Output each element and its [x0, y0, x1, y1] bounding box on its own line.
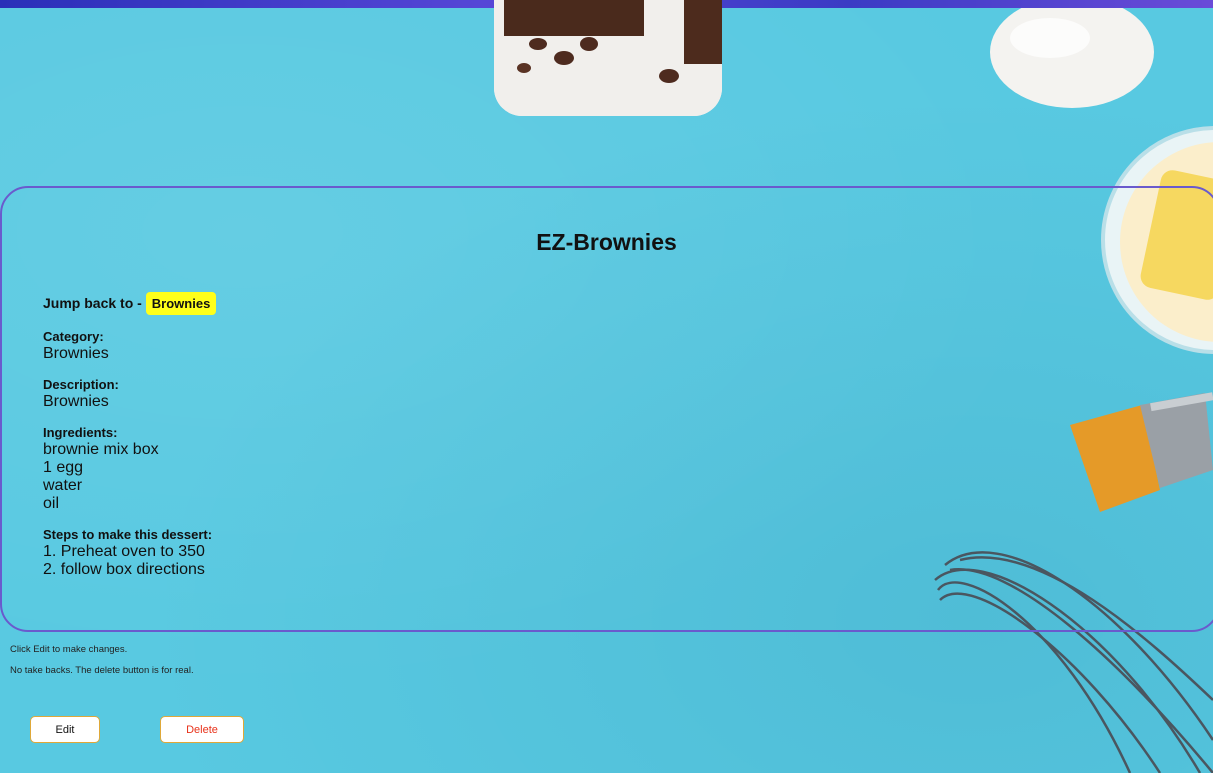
brownie-image [494, 0, 722, 116]
delete-button[interactable]: Delete [160, 716, 244, 743]
description-value: Brownies [43, 393, 109, 410]
jump-back-row: Jump back to - Brownies [43, 290, 643, 316]
edit-button[interactable]: Edit [30, 716, 100, 743]
brownie-photo [494, 0, 722, 116]
ingredients-section: Ingredients: brownie mix box 1 egg water… [43, 425, 643, 513]
delete-warning: No take backs. The delete button is for … [10, 665, 194, 676]
edit-hint: Click Edit to make changes. [10, 644, 128, 655]
ingredient-item: oil [43, 495, 60, 512]
steps-label: Steps to make this dessert: [43, 527, 213, 542]
steps-section: Steps to make this dessert: 1. Preheat o… [43, 527, 643, 579]
ingredient-item: brownie mix box [43, 441, 159, 458]
recipe-title: EZ-Brownies [536, 229, 677, 255]
recipe-details: Jump back to - Brownies Category: Browni… [43, 290, 643, 579]
category-section: Category: Brownies [43, 329, 643, 363]
description-section: Description: Brownies [43, 377, 643, 411]
ingredients-label: Ingredients: [43, 425, 118, 440]
category-value: Brownies [43, 345, 109, 362]
description-label: Description: [43, 377, 119, 392]
step-item: 2. follow box directions [43, 561, 205, 578]
jump-back-category-link[interactable]: Brownies [145, 291, 217, 315]
jump-back-label: Jump back to - [43, 295, 142, 311]
ingredient-item: 1 egg [43, 459, 84, 476]
category-label: Category: [43, 329, 104, 344]
step-item: 1. Preheat oven to 350 [43, 543, 205, 560]
ingredient-item: water [43, 477, 83, 494]
